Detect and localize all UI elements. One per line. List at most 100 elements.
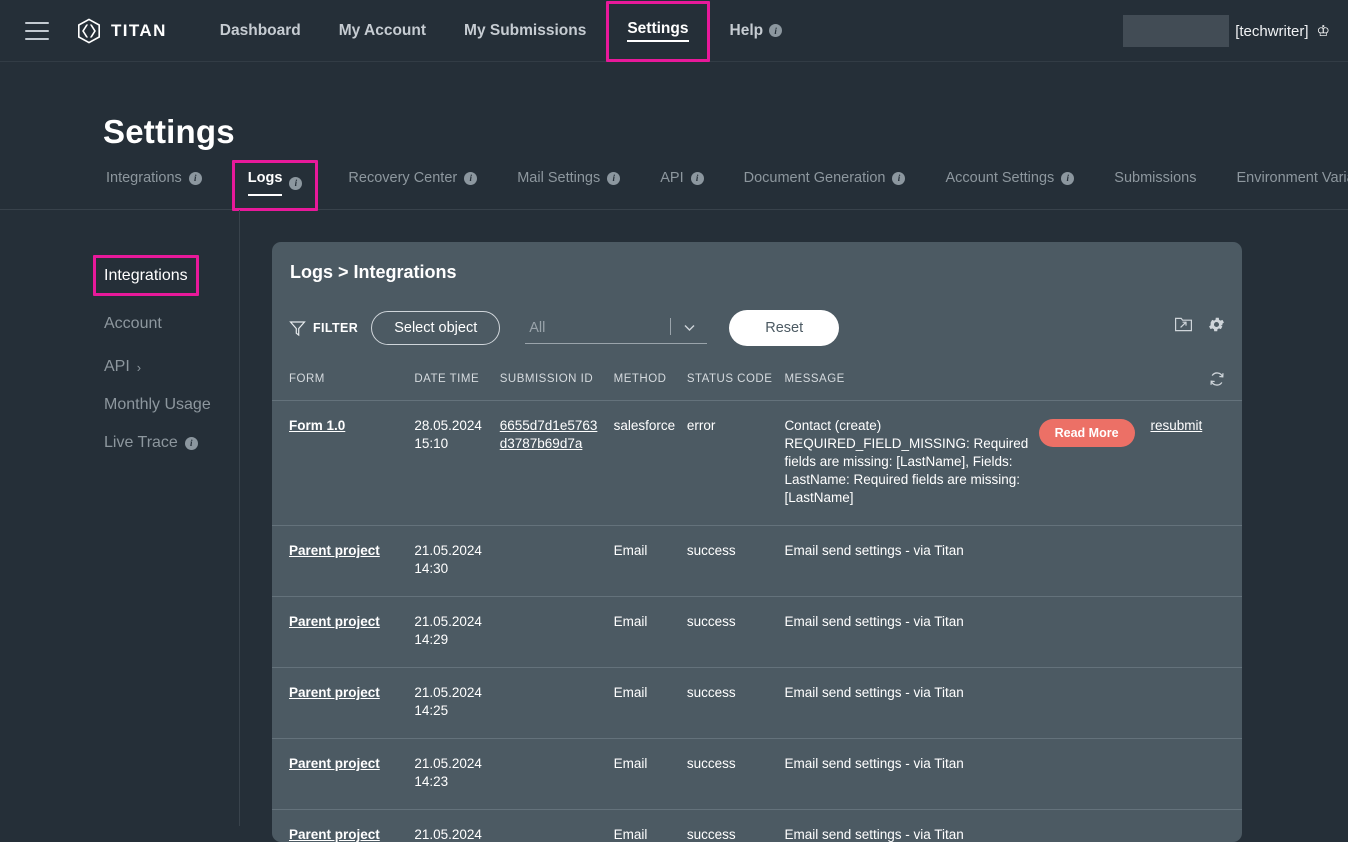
logs-table-head: FORM DATE TIME SUBMISSION ID METHOD STAT… bbox=[272, 356, 1242, 401]
nav-item-help[interactable]: Help i bbox=[720, 15, 793, 47]
table-row[interactable]: Parent project 21.05.2024 14:23 Email su… bbox=[272, 739, 1242, 810]
read-more-button[interactable]: Read More bbox=[1039, 419, 1135, 447]
nav-item-my-account[interactable]: My Account bbox=[329, 15, 436, 47]
row-status: success bbox=[687, 543, 736, 558]
sidebar-item-integrations[interactable]: Integrations bbox=[103, 265, 189, 287]
info-icon[interactable]: i bbox=[892, 172, 905, 185]
info-icon[interactable]: i bbox=[691, 172, 704, 185]
row-date: 21.05.2024 bbox=[414, 827, 482, 842]
sidebar-item-api[interactable]: API › bbox=[103, 356, 142, 378]
form-link[interactable]: Form 1.0 bbox=[289, 418, 345, 433]
row-method: Email bbox=[614, 543, 648, 558]
tab-mail-settings[interactable]: Mail Settings i bbox=[514, 168, 623, 196]
tab-environment-variables[interactable]: Environment Variables bbox=[1234, 168, 1348, 196]
col-header-submission-id[interactable]: SUBMISSION ID bbox=[500, 356, 614, 401]
tab-recovery-center[interactable]: Recovery Center i bbox=[345, 168, 480, 196]
info-icon[interactable]: i bbox=[185, 437, 198, 450]
submission-id-link-cont[interactable]: d3787b69d7a bbox=[500, 435, 606, 453]
select-object-button[interactable]: Select object bbox=[371, 311, 500, 345]
info-icon[interactable]: i bbox=[607, 172, 620, 185]
table-row[interactable]: Parent project 21.05.2024 14:25 Email su… bbox=[272, 668, 1242, 739]
row-actions bbox=[1039, 739, 1151, 810]
row-date: 21.05.2024 bbox=[414, 614, 482, 629]
info-icon[interactable]: i bbox=[289, 177, 302, 190]
dropdown-separator bbox=[670, 318, 671, 335]
logs-table-container[interactable]: FORM DATE TIME SUBMISSION ID METHOD STAT… bbox=[272, 356, 1242, 842]
sidebar-item-monthly-usage[interactable]: Monthly Usage bbox=[103, 394, 212, 416]
tab-logs[interactable]: Logs i bbox=[245, 168, 306, 206]
col-header-date-time[interactable]: DATE TIME bbox=[414, 356, 499, 401]
tab-integrations[interactable]: Integrations i bbox=[103, 168, 205, 196]
tab-label: Submissions bbox=[1114, 170, 1196, 186]
tab-api[interactable]: API i bbox=[657, 168, 706, 196]
tab-document-generation[interactable]: Document Generation i bbox=[741, 168, 909, 196]
export-folder-icon[interactable] bbox=[1174, 315, 1193, 334]
info-icon[interactable]: i bbox=[1061, 172, 1074, 185]
row-message: Email send settings - via Titan bbox=[784, 543, 967, 558]
form-link[interactable]: Parent project bbox=[289, 685, 380, 700]
settings-sidebar: Integrations Account API › Monthly Usage… bbox=[0, 210, 240, 826]
logs-table: FORM DATE TIME SUBMISSION ID METHOD STAT… bbox=[272, 356, 1242, 842]
row-time: 14:29 bbox=[414, 632, 448, 647]
info-icon[interactable]: i bbox=[769, 24, 782, 37]
nav-label: Dashboard bbox=[220, 22, 301, 40]
chevron-down-icon[interactable] bbox=[681, 319, 698, 336]
user-area: [techwriter] ♔ bbox=[1123, 0, 1330, 62]
tab-submissions[interactable]: Submissions bbox=[1111, 168, 1199, 196]
tab-account-settings[interactable]: Account Settings i bbox=[942, 168, 1077, 196]
primary-nav: Dashboard My Account My Submissions Sett… bbox=[201, 13, 801, 49]
filter-label: FILTER bbox=[313, 321, 358, 335]
filter-funnel-icon bbox=[289, 320, 306, 337]
row-time: 14:30 bbox=[414, 561, 448, 576]
row-actions bbox=[1039, 597, 1151, 668]
table-row[interactable]: Parent project 21.05.2024 14:29 Email su… bbox=[272, 597, 1242, 668]
col-header-status-code[interactable]: STATUS CODE bbox=[687, 356, 785, 401]
row-date: 21.05.2024 bbox=[414, 756, 482, 771]
submission-id-link[interactable]: 6655d7d1e5763 bbox=[500, 417, 606, 435]
row-time: 15:10 bbox=[414, 436, 448, 451]
form-link[interactable]: Parent project bbox=[289, 543, 380, 558]
nav-label: My Account bbox=[339, 22, 426, 40]
object-type-dropdown[interactable]: All bbox=[525, 313, 707, 344]
form-link[interactable]: Parent project bbox=[289, 827, 380, 842]
titan-hexagon-icon bbox=[76, 18, 102, 44]
sidebar-item-live-trace[interactable]: Live Trace i bbox=[103, 432, 199, 454]
hamburger-line bbox=[25, 30, 49, 32]
form-link[interactable]: Parent project bbox=[289, 756, 380, 771]
table-row[interactable]: Form 1.0 28.05.2024 15:10 6655d7d1e5763 … bbox=[272, 401, 1242, 526]
tab-label: Environment Variables bbox=[1237, 170, 1348, 186]
tab-label: Integrations bbox=[106, 170, 182, 186]
resubmit-link[interactable]: resubmit bbox=[1150, 418, 1202, 433]
tab-label: Logs bbox=[248, 170, 283, 196]
row-status: success bbox=[687, 685, 736, 700]
col-header-form[interactable]: FORM bbox=[272, 356, 414, 401]
nav-label: Settings bbox=[627, 20, 688, 42]
gear-icon[interactable] bbox=[1207, 315, 1226, 334]
row-message: Email send settings - via Titan bbox=[784, 827, 967, 842]
nav-label: Help bbox=[730, 22, 764, 40]
hamburger-menu-icon[interactable] bbox=[25, 22, 49, 40]
form-link[interactable]: Parent project bbox=[289, 614, 380, 629]
info-icon[interactable]: i bbox=[464, 172, 477, 185]
nav-item-settings[interactable]: Settings bbox=[617, 13, 698, 49]
refresh-icon[interactable] bbox=[1208, 370, 1226, 388]
sidebar-item-account[interactable]: Account bbox=[103, 313, 163, 335]
row-resubmit-cell bbox=[1150, 526, 1242, 597]
col-header-method[interactable]: METHOD bbox=[614, 356, 687, 401]
reset-button[interactable]: Reset bbox=[729, 310, 839, 346]
col-header-message[interactable]: MESSAGE bbox=[784, 356, 1038, 401]
table-header-row: FORM DATE TIME SUBMISSION ID METHOD STAT… bbox=[272, 356, 1242, 401]
panel-breadcrumb-title: Logs > Integrations bbox=[290, 262, 457, 283]
hamburger-line bbox=[25, 22, 49, 24]
row-method: salesforce bbox=[614, 418, 676, 433]
titan-logo[interactable]: TITAN bbox=[76, 18, 167, 44]
row-status: success bbox=[687, 827, 736, 842]
info-icon[interactable]: i bbox=[189, 172, 202, 185]
row-actions bbox=[1039, 526, 1151, 597]
nav-item-my-submissions[interactable]: My Submissions bbox=[454, 15, 596, 47]
dropdown-value: All bbox=[525, 320, 545, 336]
nav-item-dashboard[interactable]: Dashboard bbox=[210, 15, 311, 47]
table-row[interactable]: Parent project 21.05.2024 14:30 Email su… bbox=[272, 526, 1242, 597]
top-navigation-bar: TITAN Dashboard My Account My Submission… bbox=[0, 0, 1348, 62]
tab-label: Mail Settings bbox=[517, 170, 600, 186]
